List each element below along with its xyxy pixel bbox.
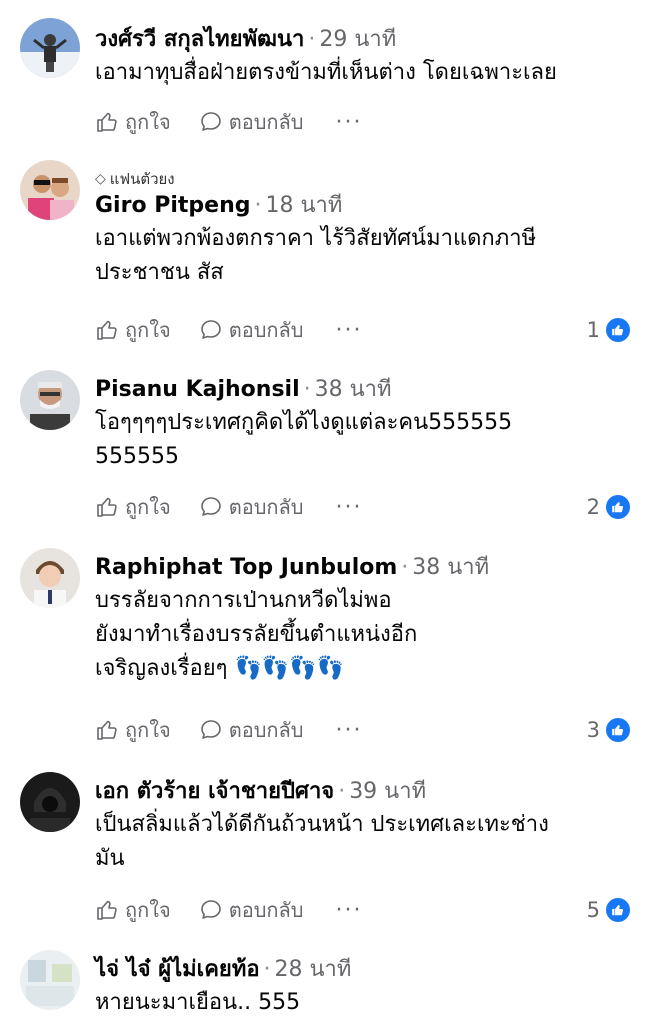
speech-bubble-icon [200,320,221,339]
comment-actions: ถูกใจ ตอบกลับ ··· 5 [95,895,630,925]
separator-dot: · [303,377,311,402]
comment-text-line: ประชาชน สัส [95,260,224,285]
speech-bubble-icon [200,112,221,131]
like-button[interactable]: ถูกใจ [95,314,171,346]
reply-label: ตอบกลับ [228,318,304,342]
fan-badge-label: แฟนตัวยง [109,170,175,188]
comment-time[interactable]: 38 นาที [412,555,489,580]
more-options-button[interactable]: ··· [335,495,362,520]
comment-time[interactable]: 29 นาที [319,27,396,52]
separator-dot: · [263,957,271,982]
reaction-count: 1 [586,318,600,342]
like-label: ถูกใจ [125,495,171,519]
commenter-name[interactable]: Giro Pitpeng [95,193,250,218]
thumbs-up-icon [97,900,117,920]
thumbs-up-icon [97,320,117,340]
like-reaction-icon [606,898,630,922]
more-options-button[interactable]: ··· [335,718,362,743]
commenter-name[interactable]: Raphiphat Top Junbulom [95,555,397,580]
comment-text-line: มัน [95,846,125,871]
comment-actions: ถูกใจ ตอบกลับ ··· 1 [95,315,630,345]
avatar[interactable] [20,772,80,832]
comment-time[interactable]: 38 นาที [315,377,392,402]
separator-dot: · [308,27,316,52]
diamond-icon: ◇ [95,171,106,187]
comment-actions: ถูกใจ ตอบกลับ ··· 3 [95,715,630,745]
like-button[interactable]: ถูกใจ [95,714,171,746]
comment-header: Giro Pitpeng · 18 นาที [95,190,630,222]
like-label: ถูกใจ [125,110,171,134]
like-button[interactable]: ถูกใจ [95,106,171,138]
speech-bubble-icon [200,497,221,516]
comment-header: วงศ์รวี สกุลไทยพัฒนา · 29 นาที [95,24,630,56]
comment-text-line: 555555 [95,444,179,469]
like-reaction-icon [606,718,630,742]
like-button[interactable]: ถูกใจ [95,894,171,926]
avatar[interactable] [20,160,80,220]
comment-actions: ถูกใจ ตอบกลับ ··· [95,107,630,137]
comment-text-line: เป็นสลิ่มแล้วได้ดีกันถ้วนหน้า ประเทศเละเ… [95,812,549,837]
like-button[interactable]: ถูกใจ [95,491,171,523]
reply-label: ตอบกลับ [228,495,304,519]
thumbs-up-icon [97,497,117,517]
top-fan-badge: ◇ แฟนตัวยง [95,168,630,190]
reply-label: ตอบกลับ [228,898,304,922]
avatar[interactable] [20,548,80,608]
reaction-count: 2 [586,495,600,519]
thumbs-up-icon [97,112,117,132]
comment-header: เอก ตัวร้าย เจ้าชายปีศาจ · 39 นาที [95,776,630,808]
like-label: ถูกใจ [125,718,171,742]
reaction-summary[interactable]: 2 [587,495,630,519]
speech-bubble-icon [200,720,221,739]
more-options-button[interactable]: ··· [335,110,362,135]
comment-text-line: โอๆๆๆๆประเทศกูคิดได้ไงดูแต่ละคน555555 [95,410,513,435]
reaction-summary[interactable]: 5 [587,898,630,922]
speech-bubble-icon [200,900,221,919]
like-label: ถูกใจ [125,318,171,342]
separator-dot: · [401,555,409,580]
like-reaction-icon [606,318,630,342]
like-reaction-icon [606,495,630,519]
separator-dot: · [254,193,262,218]
comment-header: Pisanu Kajhonsil · 38 นาที [95,374,630,406]
separator-dot: · [338,779,346,804]
comment-text: หายนะมาเยือน.. 555 [95,990,301,1015]
commenter-name[interactable]: วงศ์รวี สกุลไทยพัฒนา [95,27,304,52]
commenter-name[interactable]: Pisanu Kajhonsil [95,377,300,402]
comment-text-line: เอาแต่พวกพ้องตกราคา ไร้วิสัยทัศน์มาแดกภา… [95,226,537,251]
avatar[interactable] [20,950,80,1010]
more-options-button[interactable]: ··· [335,318,362,343]
commenter-name[interactable]: ไจ่ ไจ๋ ผู้ไม่เคยท้อ [95,957,260,982]
thumbs-up-icon [97,720,117,740]
comment-text-line: เจริญลงเรื่อยๆ 👣👣👣👣 [95,656,345,681]
like-label: ถูกใจ [125,898,171,922]
comment-time[interactable]: 28 นาที [275,957,352,982]
reply-button[interactable]: ตอบกลับ [199,894,304,926]
avatar[interactable] [20,18,80,78]
comment-text: เอามาทุบสื่อฝ่ายตรงข้ามที่เห็นต่าง โดยเฉ… [95,60,557,85]
comment-actions: ถูกใจ ตอบกลับ ··· 2 [95,492,630,522]
avatar[interactable] [20,370,80,430]
comment-header: ไจ่ ไจ๋ ผู้ไม่เคยท้อ · 28 นาที [95,954,630,986]
comment-time[interactable]: 39 นาที [349,779,426,804]
comment-text-line: ยังมาทำเรื่องบรรลัยขึ้นตำแหน่งอีก [95,622,418,647]
reaction-count: 5 [586,898,600,922]
comment-text-line: บรรลัยจากการเป่านกหวีดไม่พอ [95,588,392,613]
commenter-name[interactable]: เอก ตัวร้าย เจ้าชายปีศาจ [95,779,334,804]
reply-button[interactable]: ตอบกลับ [199,714,304,746]
reply-button[interactable]: ตอบกลับ [199,491,304,523]
reply-button[interactable]: ตอบกลับ [199,106,304,138]
reply-label: ตอบกลับ [228,718,304,742]
reply-button[interactable]: ตอบกลับ [199,314,304,346]
reply-label: ตอบกลับ [228,110,304,134]
reaction-count: 3 [586,718,600,742]
reaction-summary[interactable]: 3 [587,718,630,742]
more-options-button[interactable]: ··· [335,898,362,923]
comment-time[interactable]: 18 นาที [265,193,342,218]
comment-header: Raphiphat Top Junbulom · 38 นาที [95,552,630,584]
reaction-summary[interactable]: 1 [587,318,630,342]
